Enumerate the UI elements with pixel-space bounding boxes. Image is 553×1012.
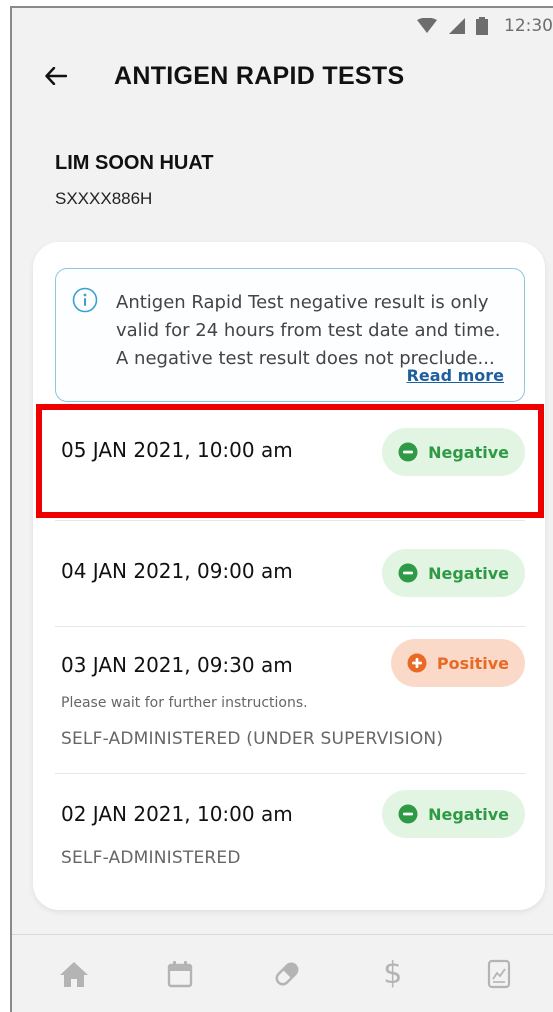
test-date: 03 JAN 2021, 09:30 am (61, 653, 293, 677)
result-label: Negative (428, 804, 509, 824)
bottom-nav: $ (12, 935, 553, 1012)
status-bar: 12:30 (12, 8, 553, 44)
result-label: Negative (428, 563, 509, 583)
cellular-signal-icon (448, 18, 466, 34)
medication-pill-icon[interactable] (267, 954, 307, 994)
test-row[interactable]: 02 JAN 2021, 10:00 am Negative SELF-ADMI… (55, 774, 525, 884)
test-row[interactable]: 05 JAN 2021, 10:00 am Negative (55, 420, 525, 520)
notice-text: Antigen Rapid Test negative result is on… (116, 292, 501, 369)
patient-info: LIM SOON HUAT SXXXX886H (55, 152, 214, 209)
test-date: 05 JAN 2021, 10:00 am (61, 438, 293, 462)
test-results-card: Antigen Rapid Test negative result is on… (33, 242, 545, 910)
arrow-left-icon[interactable] (36, 56, 76, 96)
minus-circle-icon (398, 804, 418, 824)
info-icon (72, 287, 98, 313)
app-header: ANTIGEN RAPID TESTS (12, 48, 553, 104)
wifi-icon (416, 18, 438, 34)
result-badge-negative: Negative (382, 428, 525, 476)
calendar-icon[interactable] (160, 954, 200, 994)
test-mode: SELF-ADMINISTERED (61, 848, 241, 868)
result-badge-positive: Positive (390, 639, 525, 687)
test-note: Please wait for further instructions. (61, 695, 308, 711)
test-date: 02 JAN 2021, 10:00 am (61, 802, 293, 826)
health-report-icon[interactable] (479, 954, 519, 994)
result-badge-negative: Negative (382, 790, 525, 838)
patient-name: LIM SOON HUAT (55, 152, 214, 174)
dollar-icon[interactable]: $ (373, 954, 413, 994)
status-time: 12:30 (504, 16, 553, 36)
minus-circle-icon (398, 442, 418, 462)
test-mode: SELF-ADMINISTERED (UNDER SUPERVISION) (61, 729, 444, 749)
result-badge-negative: Negative (382, 549, 525, 597)
minus-circle-icon (398, 563, 418, 583)
patient-id: SXXXX886H (55, 189, 153, 208)
battery-icon (476, 17, 488, 35)
test-row[interactable]: 03 JAN 2021, 09:30 am Positive Please wa… (55, 627, 525, 773)
test-date: 04 JAN 2021, 09:00 am (61, 559, 293, 583)
home-icon[interactable] (54, 954, 94, 994)
page-title: ANTIGEN RAPID TESTS (114, 61, 405, 90)
result-label: Positive (436, 653, 509, 673)
plus-circle-icon (407, 653, 427, 673)
test-row[interactable]: 04 JAN 2021, 09:00 am Negative (55, 521, 525, 626)
read-more-link[interactable]: Read more (407, 366, 504, 385)
validity-notice: Antigen Rapid Test negative result is on… (55, 268, 525, 402)
result-label: Negative (428, 442, 509, 462)
